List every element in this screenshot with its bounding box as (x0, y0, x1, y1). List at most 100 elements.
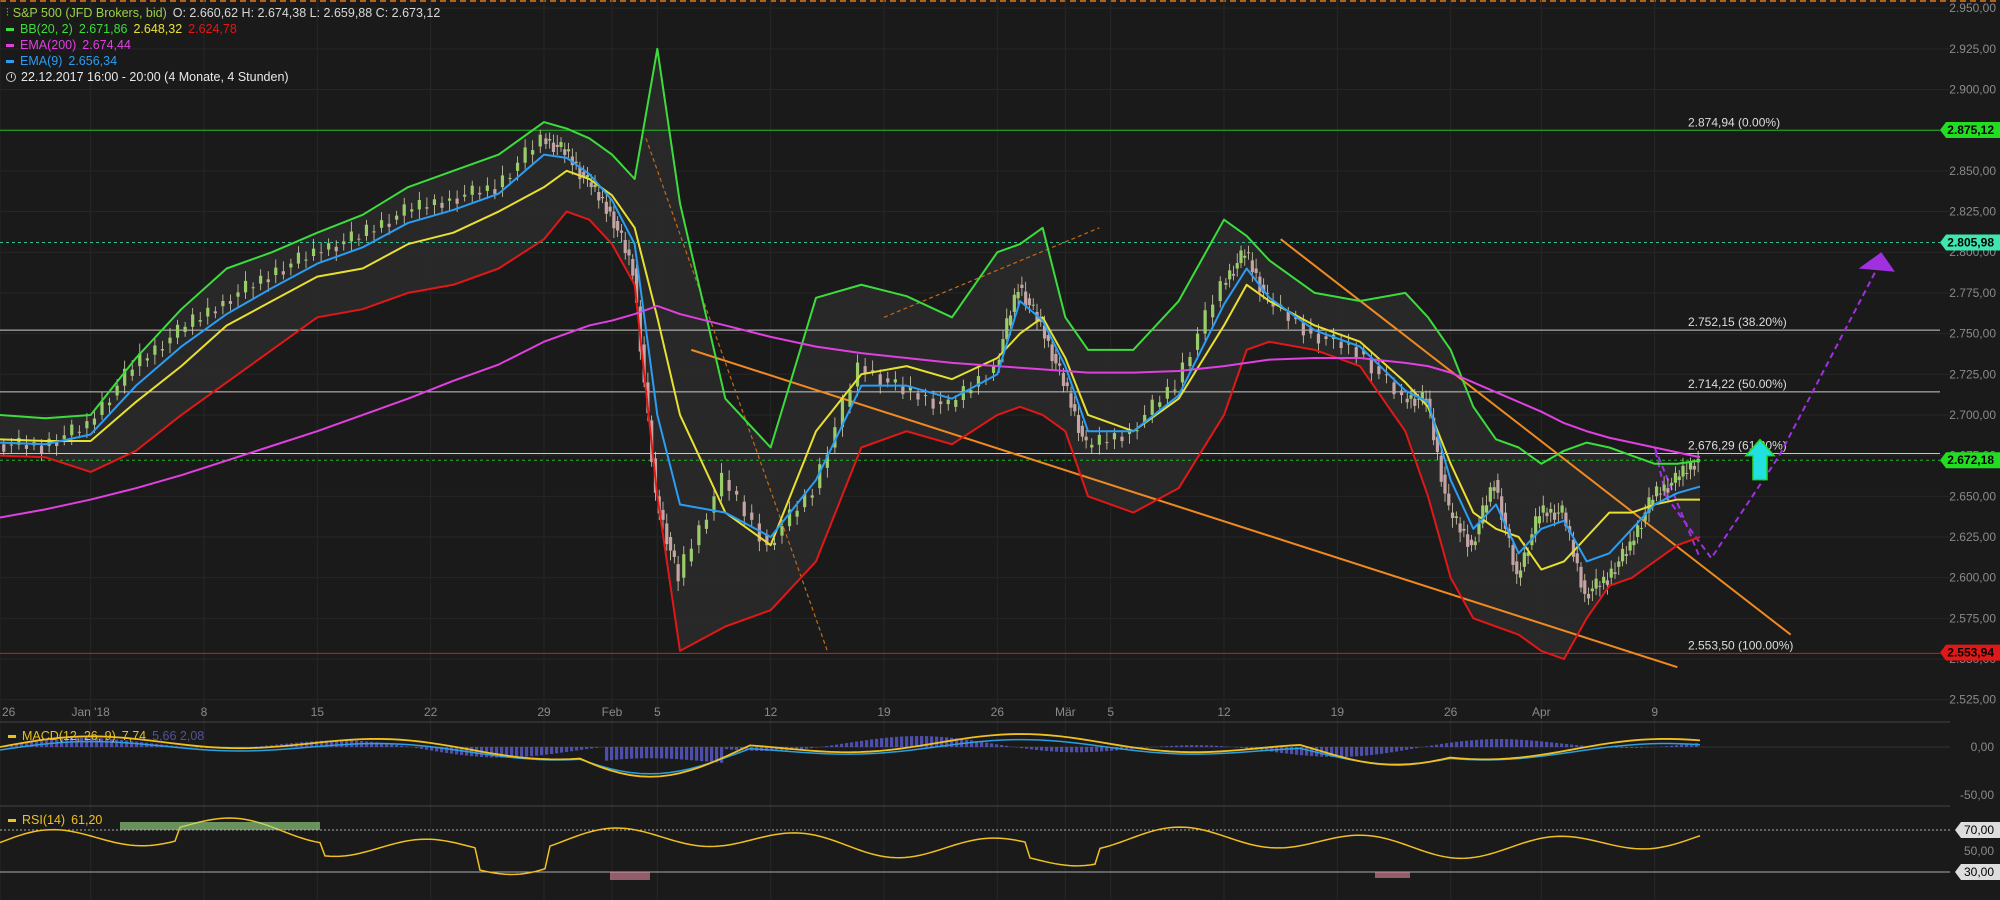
macd-histogram-bar (860, 740, 864, 747)
candle-body (1522, 552, 1526, 567)
macd-histogram-bar (805, 747, 809, 749)
candle-body (668, 537, 673, 551)
fib-label: 2.714,22 (50.00%) (1688, 377, 1787, 391)
macd-histogram-bar (575, 747, 579, 751)
candle-body (531, 150, 535, 155)
macd-histogram-bar (520, 747, 524, 757)
legend-ema200: EMA(200) 2.674,44 (6, 37, 440, 53)
candle-body (24, 445, 29, 449)
macd-histogram-bar (1490, 739, 1494, 747)
macd-histogram-bar (645, 747, 649, 759)
macd-histogram-bar (1575, 745, 1579, 747)
candle-body (697, 525, 701, 546)
macd-histogram-bar (1640, 747, 1644, 748)
candle-body (296, 252, 301, 264)
candle-body (1685, 472, 1689, 474)
candle-body (1688, 462, 1693, 470)
price-tick-label: 2.825,00 (1949, 205, 1996, 219)
candle-body (70, 424, 74, 436)
macd-histogram-bar (1005, 745, 1009, 747)
time-tick-label: 12 (764, 705, 778, 719)
macd-histogram-bar (1630, 747, 1634, 748)
candle-body (470, 185, 474, 195)
candle-body (661, 509, 665, 520)
bb-swatch (6, 27, 14, 31)
macd-histogram-bar (670, 747, 674, 759)
candle-body (682, 554, 686, 578)
macd-histogram-bar (1060, 747, 1064, 752)
time-tick-label: 15 (311, 705, 325, 719)
candle-body (319, 252, 323, 254)
candle-body (1673, 472, 1678, 483)
candle-body (357, 238, 361, 240)
price-tick-label: 2.950,00 (1949, 1, 1996, 15)
candle-body (704, 519, 709, 529)
candle-body (1620, 548, 1625, 562)
candle-body (1008, 315, 1013, 326)
candle-body (1020, 284, 1024, 288)
macd-histogram-bar (1625, 747, 1629, 748)
macd-histogram-bar (1055, 747, 1059, 752)
candle-body (281, 271, 285, 275)
legend-bb: BB(20, 2) 2.671,86 2.648,32 2.624,78 (6, 21, 440, 37)
candle-body (1150, 399, 1154, 415)
candle-body (334, 246, 338, 252)
macd-histogram-bar (710, 747, 714, 762)
candle-body (780, 526, 784, 536)
candle-body (1228, 270, 1232, 280)
candle-body (266, 279, 270, 283)
macd-histogram-bar (1215, 745, 1219, 747)
time-tick-label: 5 (654, 705, 661, 719)
macd-histogram-bar (1360, 747, 1364, 756)
macd-histogram-bar (1620, 747, 1624, 748)
macd-histogram-bar (800, 747, 804, 750)
macd-histogram-bar (1450, 742, 1454, 747)
candle-body (1254, 268, 1258, 274)
candle-body (485, 185, 489, 191)
macd-histogram-bar (1195, 745, 1199, 747)
macd-histogram-bar (855, 741, 859, 747)
macd-histogram-bar (420, 747, 424, 749)
candle-body (1413, 398, 1417, 406)
macd-histogram-bar (900, 736, 904, 747)
candle-body (608, 206, 612, 212)
macd-extra: 5,66 2,08 (152, 729, 205, 743)
candle-body (289, 263, 293, 268)
candle-body (742, 501, 746, 517)
macd-histogram-bar (1455, 741, 1459, 747)
macd-histogram-bar (1460, 741, 1464, 747)
candle-body (1666, 488, 1670, 493)
candle-body (1454, 516, 1458, 519)
candle-body (153, 345, 157, 355)
candle-body (689, 548, 693, 562)
macd-histogram-bar (1045, 747, 1049, 751)
price-tick-label: 2.575,00 (1949, 611, 1996, 625)
macd-histogram-bar (665, 747, 669, 759)
candle-body (1639, 527, 1644, 529)
macd-histogram-bar (1025, 747, 1029, 749)
macd-histogram-bar (1210, 745, 1214, 747)
macd-histogram-bar (1440, 743, 1444, 747)
macd-histogram-bar (690, 747, 694, 761)
macd-histogram-bar (1090, 747, 1094, 753)
candle-body (1065, 382, 1069, 387)
price-tick-label: 2.900,00 (1949, 83, 1996, 97)
candle-body (772, 542, 777, 546)
candle-body (206, 307, 210, 317)
macd-histogram-bar (835, 744, 839, 747)
macd-histogram-bar (625, 747, 629, 759)
candle-body (855, 362, 860, 387)
macd-histogram-bar (1385, 747, 1389, 754)
candle-body (213, 311, 217, 314)
candle-body (1080, 425, 1084, 437)
macd-histogram-bar (550, 747, 554, 755)
candle-body (544, 138, 548, 145)
candle-body (243, 280, 248, 293)
candle-body (130, 369, 134, 376)
macd-tick-label: -50,00 (1960, 788, 1994, 802)
candle-body (92, 418, 97, 425)
candle-body (1231, 273, 1236, 276)
chart-canvas[interactable]: 2.950,002.925,002.900,002.875,002.850,00… (0, 0, 2000, 900)
bb-lower: 2.624,78 (188, 22, 237, 36)
legend-ema9: EMA(9) 2.656,34 (6, 53, 440, 69)
